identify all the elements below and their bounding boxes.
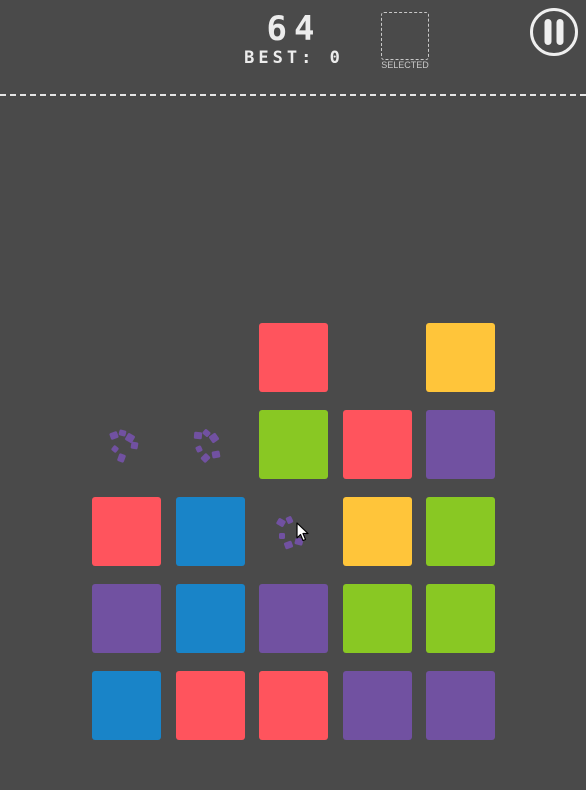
tile-debris bbox=[193, 429, 221, 463]
tile-red[interactable] bbox=[343, 410, 412, 479]
tile-green[interactable] bbox=[426, 584, 495, 653]
tile-yellow[interactable] bbox=[343, 497, 412, 566]
tile-green[interactable] bbox=[343, 584, 412, 653]
tile-red[interactable] bbox=[259, 323, 328, 392]
tile-red[interactable] bbox=[92, 497, 161, 566]
tile-green[interactable] bbox=[259, 410, 328, 479]
tile-purple[interactable] bbox=[92, 584, 161, 653]
tile-blue[interactable] bbox=[176, 497, 245, 566]
tile-debris bbox=[109, 429, 139, 463]
tile-purple[interactable] bbox=[426, 410, 495, 479]
tile-blue[interactable] bbox=[92, 671, 161, 740]
mouse-pointer-icon bbox=[296, 522, 309, 542]
tile-yellow[interactable] bbox=[426, 323, 495, 392]
tile-red[interactable] bbox=[259, 671, 328, 740]
tile-purple[interactable] bbox=[343, 671, 412, 740]
game-board bbox=[0, 0, 586, 790]
tile-red[interactable] bbox=[176, 671, 245, 740]
tile-purple[interactable] bbox=[426, 671, 495, 740]
tile-green[interactable] bbox=[426, 497, 495, 566]
tile-blue[interactable] bbox=[176, 584, 245, 653]
tile-purple[interactable] bbox=[259, 584, 328, 653]
